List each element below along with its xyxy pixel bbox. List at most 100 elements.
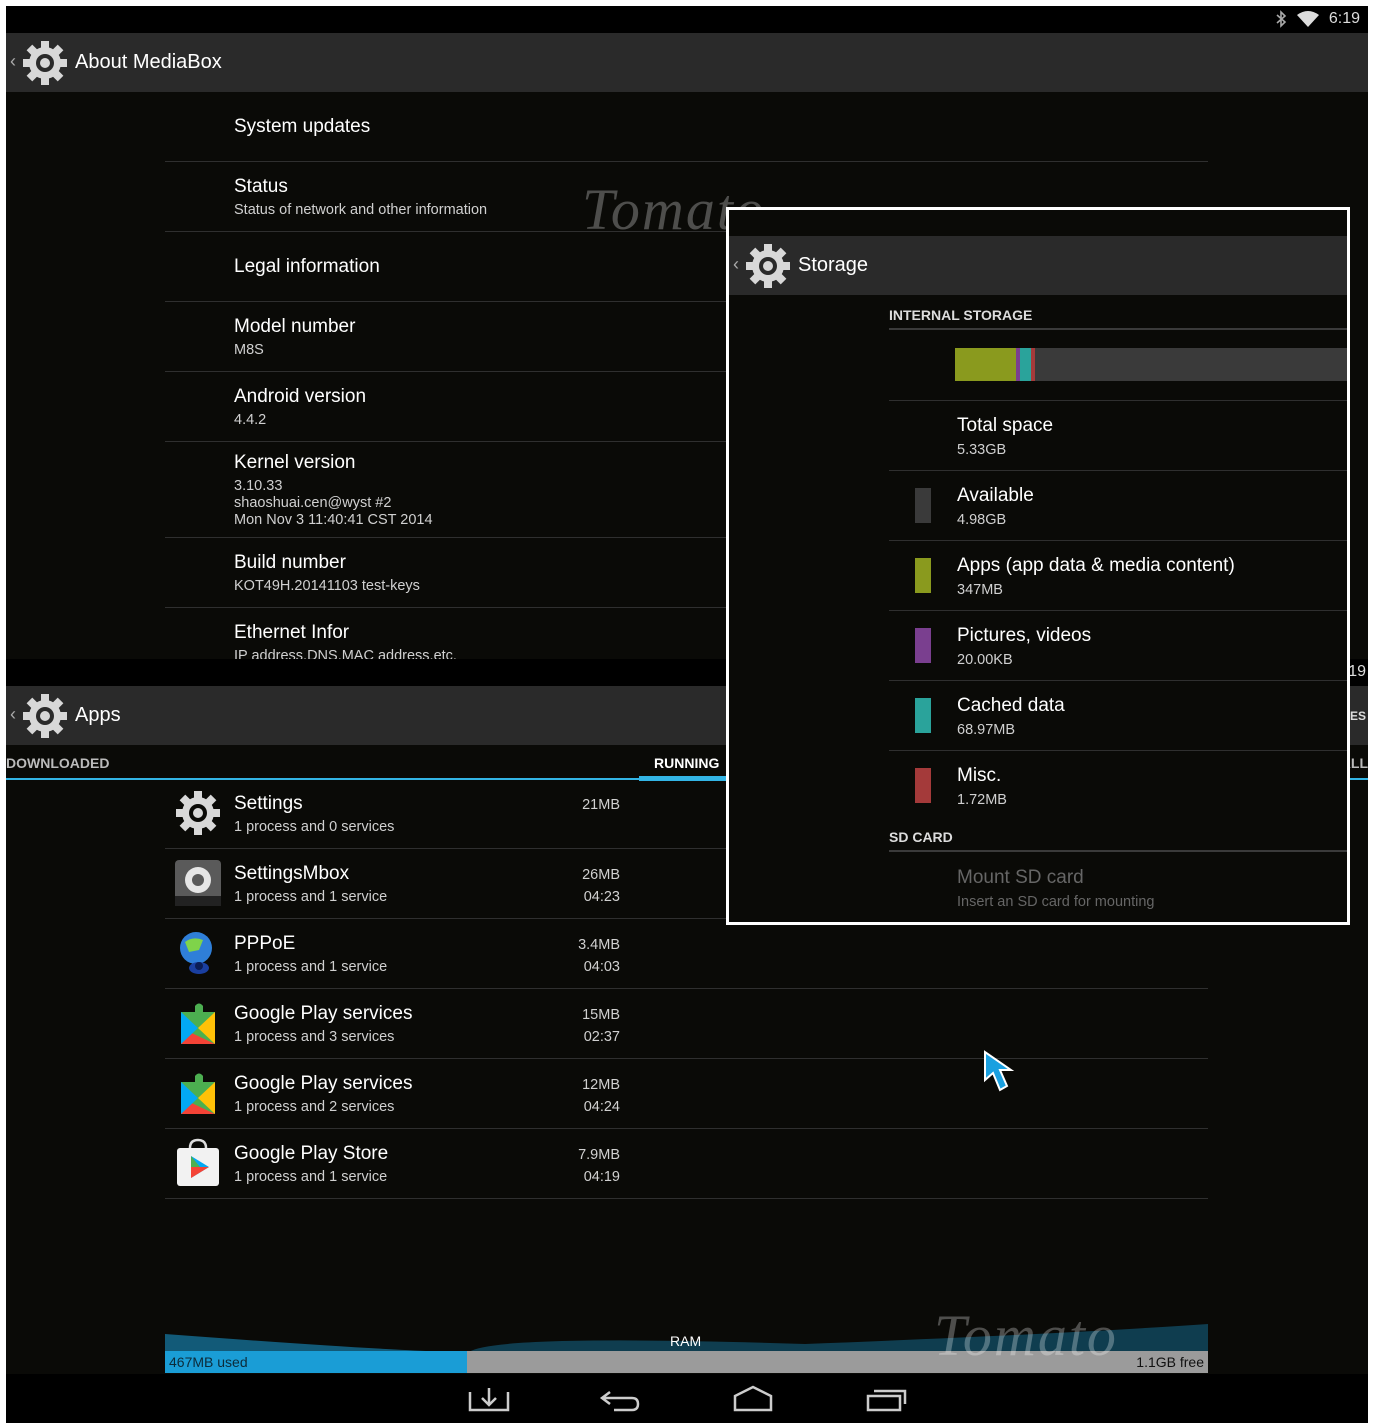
settings-gear-icon[interactable] [20,691,70,741]
app-uptime: 04:19 [583,1169,620,1185]
storage-row-value: 347MB [957,582,1003,598]
app-process-detail: 1 process and 0 services [234,819,395,835]
storage-row-title: Pictures, videos [957,625,1092,646]
app-row-pppoe[interactable]: PPPoE 1 process and 1 service 3.4MB 04:0… [165,919,1208,989]
storage-row-value: 1.72MB [957,792,1007,808]
pref-title: Android version [234,386,367,407]
globe-network-icon [180,932,212,974]
settings-gear-icon[interactable] [743,241,793,291]
storage-row-total-space[interactable]: Total space 5.33GB [889,401,1347,471]
app-row-google-play-store[interactable]: Google Play Store 1 process and 1 servic… [165,1129,1208,1199]
color-swatch [915,488,931,523]
color-swatch [915,698,931,733]
app-memory: 15MB [582,1007,620,1023]
storage-row-value: 4.98GB [957,512,1007,528]
pref-title: Kernel version [234,452,356,473]
storage-row-available[interactable]: Available 4.98GB [889,471,1347,541]
storage-action-bar: ‹ Storage [729,236,1347,295]
app-row-google-play-services[interactable]: Google Play services 1 process and 3 ser… [165,989,1208,1059]
color-swatch [915,558,931,593]
pref-summary: 4.4.2 [234,412,267,428]
clock: 6:19 [1328,10,1360,27]
section-divider [889,328,1347,330]
storage-row-misc[interactable]: Misc. 1.72MB [889,751,1347,820]
pref-system-updates[interactable]: System updates [165,92,1208,162]
app-name: PPPoE [234,933,296,954]
storage-row-title: Available [957,485,1034,506]
app-memory: 21MB [582,797,620,813]
pref-summary: M8S [234,342,264,358]
app-uptime: 04:03 [583,959,620,975]
wifi-icon [1296,11,1319,27]
app-name: Google Play Store [234,1143,389,1164]
storage-row-cached-data[interactable]: Cached data 68.97MB [889,681,1347,751]
recents-icon[interactable] [864,1384,908,1414]
partial-menu-label[interactable]: ES [1350,709,1366,723]
storage-row-title: Misc. [957,765,1002,786]
settings-gear-icon [176,791,220,835]
page-title: About MediaBox [75,51,222,73]
pref-title: Model number [234,316,356,337]
back-caret-icon[interactable]: ‹ [733,254,739,275]
ram-used-label: 467MB used [169,1354,248,1370]
storage-row-title: Total space [957,415,1054,436]
play-services-puzzle-icon [181,1003,215,1044]
app-process-detail: 1 process and 1 service [234,1169,388,1185]
pref-title: Status [234,176,288,197]
settings-gear-icon[interactable] [20,38,70,88]
storage-usage-bar [955,348,1347,381]
color-swatch [915,768,931,803]
storage-panel: ‹ Storage INTERNAL STORAGE Total space 5… [726,207,1350,925]
app-uptime: 04:23 [583,889,620,905]
sd-mount-summary: Insert an SD card for mounting [957,894,1155,910]
tab-downloaded[interactable]: DOWNLOADED [6,755,109,771]
home-icon[interactable] [731,1384,775,1414]
storage-row-pictures-videos[interactable]: Pictures, videos 20.00KB [889,611,1347,681]
app-uptime: 04:24 [583,1099,620,1115]
color-swatch [915,628,931,663]
storage-row-apps[interactable]: Apps (app data & media content) 347MB [889,541,1347,611]
app-uptime: 02:37 [583,1029,620,1045]
app-process-detail: 1 process and 1 service [234,889,388,905]
pref-title: System updates [234,116,371,137]
app-process-detail: 1 process and 1 service [234,959,388,975]
back-caret-icon[interactable]: ‹ [10,51,16,72]
partial-clock: 19 [1348,663,1366,680]
app-memory: 26MB [582,867,620,883]
sd-mount-title: Mount SD card [957,867,1084,888]
navigation-bar [6,1374,1368,1423]
internal-storage-header: INTERNAL STORAGE [889,307,1033,323]
app-name: Google Play services [234,1003,413,1024]
app-process-detail: 1 process and 2 services [234,1099,395,1115]
usage-segment [955,348,1016,381]
storage-row-title: Apps (app data & media content) [957,555,1235,576]
app-memory: 3.4MB [578,937,620,953]
download-icon[interactable] [467,1384,511,1414]
mount-sd-card[interactable]: Mount SD card Insert an SD card for moun… [889,853,1347,922]
apps-title: Apps [75,704,121,726]
tab-running[interactable]: RUNNING [654,755,719,771]
app-row-google-play-services[interactable]: Google Play services 1 process and 2 ser… [165,1059,1208,1129]
storage-row-title: Cached data [957,695,1065,716]
play-store-bag-icon [177,1138,219,1186]
mouse-pointer-icon [984,1050,1015,1092]
storage-title: Storage [798,254,869,276]
pref-title: Build number [234,552,346,573]
app-memory: 7.9MB [578,1147,620,1163]
app-name: Settings [234,793,303,814]
sd-card-header: SD CARD [889,829,953,845]
pref-summary: Status of network and other information [234,202,488,218]
usage-segment [1030,348,1036,381]
app-name: SettingsMbox [234,863,350,884]
play-services-puzzle-icon [181,1073,215,1114]
pref-summary: 3.10.33 shaoshuai.cen@wyst #2 Mon Nov 3 … [234,478,433,528]
bluetooth-icon [1276,10,1287,28]
app-name: Google Play services [234,1073,413,1094]
pref-summary: KOT49H.20141103 test-keys [234,578,420,594]
back-caret-icon[interactable]: ‹ [10,704,16,725]
watermark-text: Tomato [934,1303,1118,1368]
back-icon[interactable] [598,1384,642,1414]
pref-title: Ethernet Infor [234,622,350,643]
ram-free-label: 1.1GB free [1136,1354,1204,1370]
storage-row-value: 20.00KB [957,652,1013,668]
